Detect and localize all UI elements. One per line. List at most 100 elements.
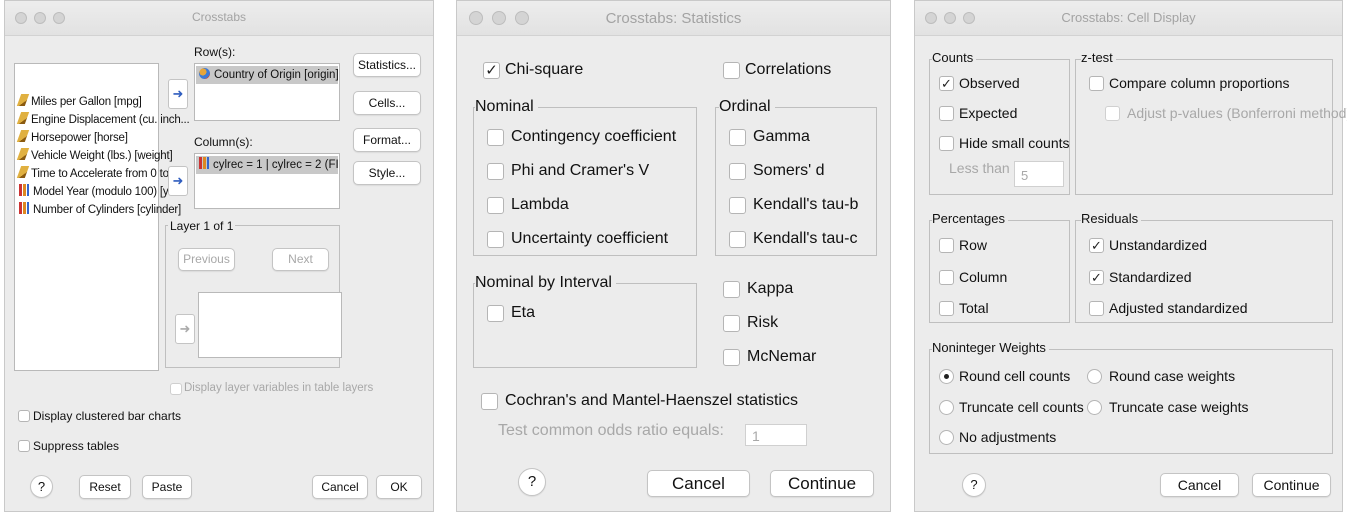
standardized-label: Standardized — [1109, 269, 1192, 285]
reset-button[interactable]: Reset — [79, 475, 131, 499]
hide-small-counts-checkbox[interactable] — [939, 136, 954, 151]
observed-checkbox[interactable]: ✓ — [939, 76, 954, 91]
scale-pencil-icon — [16, 130, 30, 142]
rows-label: Row(s): — [194, 45, 236, 59]
truncate-cell-counts-radio[interactable] — [939, 400, 954, 415]
rows-list[interactable]: Country of Origin [origin] — [194, 63, 340, 121]
checkmark-icon: ✓ — [941, 76, 952, 91]
contingency-checkbox[interactable] — [487, 129, 504, 146]
display-layer-checkbox[interactable] — [170, 383, 182, 395]
suppress-tables-checkbox[interactable] — [18, 440, 30, 452]
lambda-checkbox[interactable] — [487, 197, 504, 214]
round-case-weights-label: Round case weights — [1109, 368, 1236, 384]
ok-button[interactable]: OK — [376, 475, 422, 499]
title-bar: Crosstabs: Cell Display — [915, 1, 1342, 36]
layer-label: Layer 1 of 1 — [168, 219, 236, 233]
adjusted-standardized-checkbox[interactable] — [1089, 301, 1104, 316]
scale-pencil-icon — [16, 166, 30, 178]
next-layer-button[interactable]: Next — [272, 248, 329, 271]
paste-button[interactable]: Paste — [142, 475, 192, 499]
suppress-tables-label: Suppress tables — [33, 439, 120, 453]
cells-button[interactable]: Cells... — [353, 91, 421, 115]
format-button[interactable]: Format... — [353, 128, 421, 152]
no-adjustments-radio[interactable] — [939, 430, 954, 445]
clustered-bar-checkbox[interactable] — [18, 410, 30, 422]
kendall-tau-b-checkbox[interactable] — [729, 197, 746, 214]
title-bar: Crosstabs — [5, 1, 433, 36]
round-cell-counts-radio[interactable] — [939, 369, 954, 384]
move-to-columns-button[interactable]: ➜ — [168, 166, 188, 196]
rows-list-item[interactable]: Country of Origin [origin] — [196, 66, 339, 84]
noninteger-weights-legend: Noninteger Weights — [932, 340, 1049, 355]
gamma-checkbox[interactable] — [729, 129, 746, 146]
unstandardized-label: Unstandardized — [1109, 237, 1208, 253]
unstandardized-checkbox[interactable]: ✓ — [1089, 238, 1104, 253]
continue-button[interactable]: Continue — [1252, 473, 1331, 497]
move-to-rows-button[interactable]: ➜ — [168, 79, 188, 109]
uncertainty-label: Uncertainty coefficient — [511, 230, 669, 247]
expected-checkbox[interactable] — [939, 106, 954, 121]
compare-proportions-checkbox[interactable] — [1089, 76, 1104, 91]
risk-checkbox[interactable] — [723, 315, 740, 332]
hide-small-counts-label: Hide small counts — [959, 135, 1070, 151]
row-percent-checkbox[interactable] — [939, 238, 954, 253]
kendall-tau-c-checkbox[interactable] — [729, 231, 746, 248]
move-to-layer-button[interactable]: ➜ — [175, 314, 195, 344]
cancel-button[interactable]: Cancel — [1160, 473, 1239, 497]
adjust-p-label: Adjust p-values (Bonferroni method) — [1127, 105, 1347, 121]
less-than-value: 5 — [1021, 168, 1029, 183]
phi-cramer-checkbox[interactable] — [487, 163, 504, 180]
row-percent-label: Row — [959, 237, 988, 253]
somers-d-checkbox[interactable] — [729, 163, 746, 180]
standardized-checkbox[interactable]: ✓ — [1089, 270, 1104, 285]
nominal-legend: Nominal — [475, 98, 538, 116]
variable-item[interactable]: Engine Displacement (cu. inch... — [16, 112, 190, 126]
continue-button[interactable]: Continue — [770, 470, 874, 497]
ztest-legend: z-test — [1081, 50, 1116, 65]
variable-item[interactable]: Miles per Gallon [mpg] — [16, 94, 142, 108]
column-percent-label: Column — [959, 269, 1008, 285]
window-title: Crosstabs: Cell Display — [1061, 10, 1196, 25]
variable-item[interactable]: Model Year (modulo 100) [ye... — [19, 184, 184, 198]
test-odds-input[interactable]: 1 — [745, 424, 807, 446]
less-than-input[interactable]: 5 — [1014, 161, 1064, 187]
cancel-button[interactable]: Cancel — [647, 470, 750, 497]
kappa-checkbox[interactable] — [723, 281, 740, 298]
mcnemar-label: McNemar — [747, 348, 817, 365]
round-case-weights-radio[interactable] — [1087, 369, 1102, 384]
previous-layer-button[interactable]: Previous — [178, 248, 235, 271]
style-button[interactable]: Style... — [353, 161, 421, 185]
adjust-p-checkbox[interactable] — [1105, 106, 1120, 121]
columns-list[interactable]: cylrec = 1 | cylrec = 2 (FILTE... — [194, 153, 340, 209]
cochran-checkbox[interactable] — [481, 393, 498, 410]
total-percent-checkbox[interactable] — [939, 301, 954, 316]
columns-list-item[interactable]: cylrec = 1 | cylrec = 2 (FILTE... — [196, 156, 338, 174]
total-percent-label: Total — [959, 300, 989, 316]
variable-item[interactable]: Vehicle Weight (lbs.) [weight] — [16, 148, 173, 162]
help-button[interactable]: ? — [962, 473, 986, 497]
title-bar: Crosstabs: Statistics — [457, 1, 890, 36]
help-button[interactable]: ? — [30, 475, 53, 498]
ordinal-legend: Ordinal — [719, 98, 775, 116]
column-percent-checkbox[interactable] — [939, 270, 954, 285]
observed-label: Observed — [959, 75, 1020, 91]
round-cell-counts-label: Round cell counts — [959, 368, 1071, 384]
variable-item[interactable]: Number of Cylinders [cylinder] — [19, 202, 181, 216]
cancel-button[interactable]: Cancel — [312, 475, 368, 499]
eta-checkbox[interactable] — [487, 305, 504, 322]
columns-label: Column(s): — [194, 135, 253, 149]
source-variable-list[interactable]: Miles per Gallon [mpg] Engine Displaceme… — [14, 63, 190, 371]
statistics-button[interactable]: Statistics... — [353, 53, 421, 77]
layer-list[interactable] — [198, 292, 342, 358]
help-icon: ? — [37, 479, 46, 494]
arrow-right-icon: ➜ — [179, 321, 191, 336]
mcnemar-checkbox[interactable] — [723, 349, 740, 366]
chi-square-checkbox[interactable]: ✓ — [483, 62, 500, 79]
counts-legend: Counts — [932, 50, 977, 65]
correlations-checkbox[interactable] — [723, 62, 740, 79]
truncate-case-weights-radio[interactable] — [1087, 400, 1102, 415]
help-button[interactable]: ? — [518, 468, 546, 496]
variable-item[interactable]: Horsepower [horse] — [16, 130, 128, 144]
uncertainty-checkbox[interactable] — [487, 231, 504, 248]
variable-item[interactable]: Time to Accelerate from 0 to ... — [16, 166, 181, 180]
